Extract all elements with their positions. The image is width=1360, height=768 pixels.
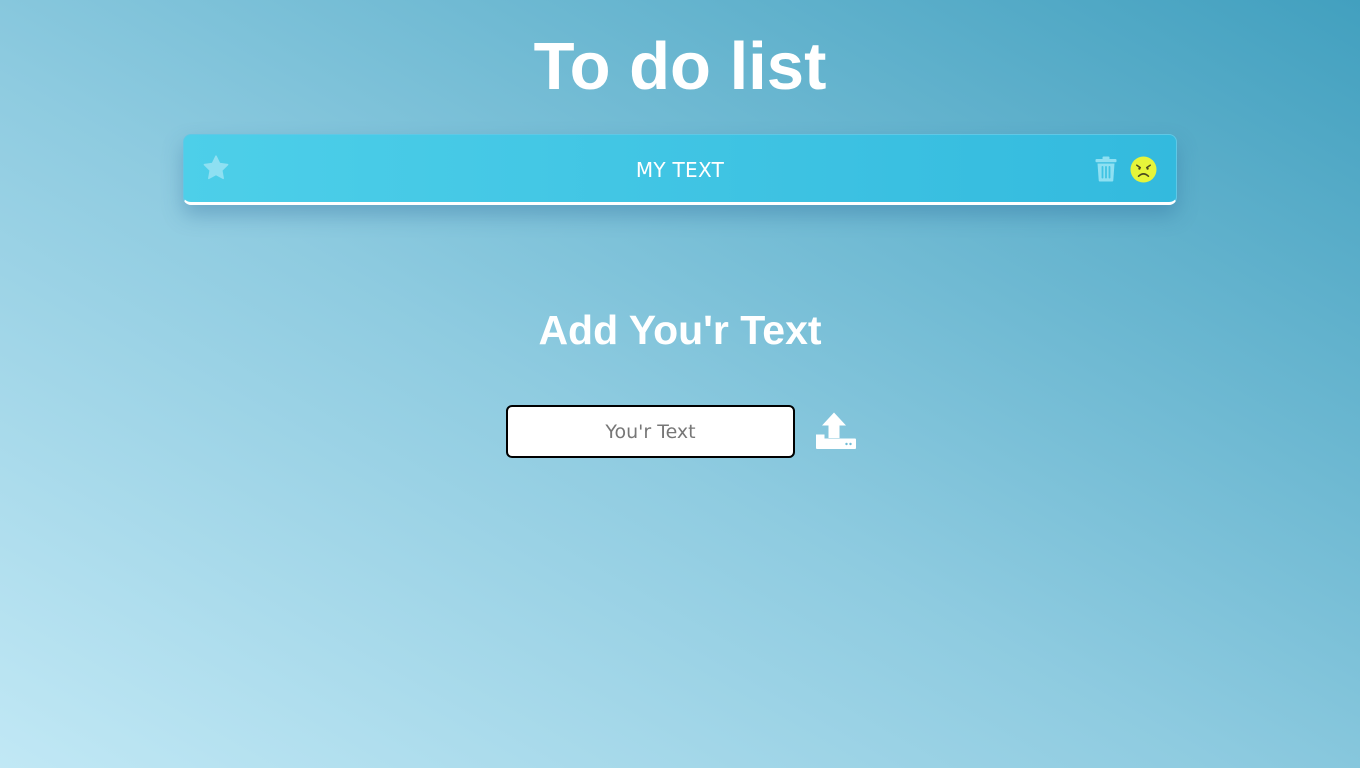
text-input[interactable]: [506, 405, 795, 458]
upload-icon: [814, 411, 858, 453]
star-icon[interactable]: [202, 154, 230, 182]
page-title: To do list: [533, 29, 827, 104]
todo-item-text: MY TEXT: [635, 158, 725, 182]
upload-button[interactable]: [814, 411, 858, 453]
section-title: Add You'r Text: [538, 307, 822, 353]
todo-item: MY TEXT: [183, 134, 1177, 205]
sad-face-icon[interactable]: [1130, 156, 1157, 183]
trash-icon[interactable]: [1095, 156, 1117, 182]
